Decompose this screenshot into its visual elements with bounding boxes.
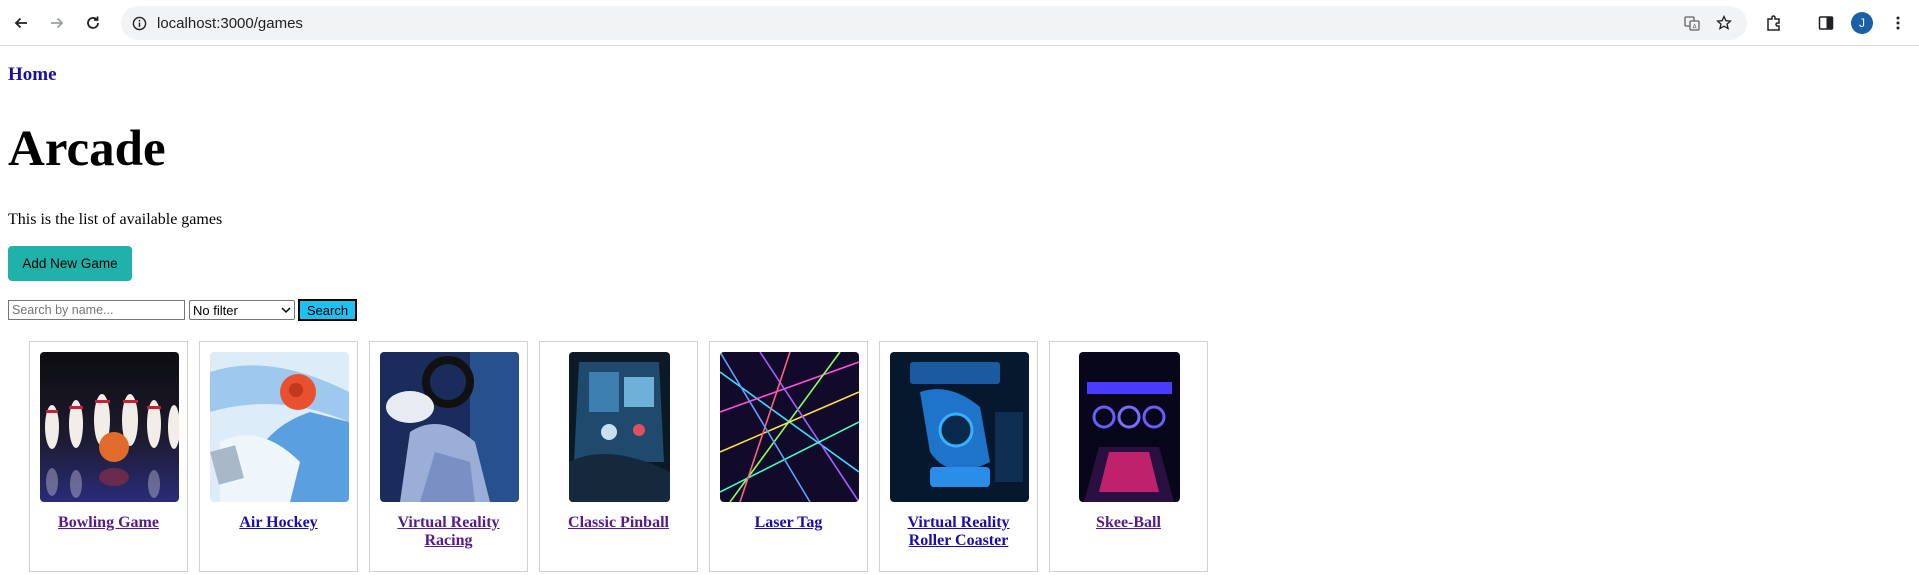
game-card: Laser Tag xyxy=(709,341,868,572)
search-button[interactable]: Search xyxy=(298,299,357,321)
translate-icon[interactable]: A xyxy=(1684,15,1700,31)
chevron-down-icon xyxy=(281,307,291,314)
search-input[interactable] xyxy=(8,300,185,320)
game-image-laser-tag[interactable] xyxy=(720,352,859,502)
game-card: Virtual Reality Racing xyxy=(369,341,528,572)
extensions-puzzle-icon[interactable] xyxy=(1762,11,1786,35)
game-title-link[interactable]: Laser Tag xyxy=(710,514,867,532)
game-image-pinball[interactable] xyxy=(569,352,670,502)
game-image-bowling[interactable] xyxy=(40,352,179,502)
more-menu-icon[interactable] xyxy=(1886,11,1910,35)
game-title-link[interactable]: Skee-Ball xyxy=(1050,514,1207,532)
game-image-skee-ball[interactable] xyxy=(1079,352,1180,502)
add-new-game-button[interactable]: Add New Game xyxy=(8,246,132,281)
home-link[interactable]: Home xyxy=(8,64,57,86)
game-card: Bowling Game xyxy=(29,341,188,572)
back-arrow-icon[interactable] xyxy=(9,11,33,35)
game-title-link[interactable]: Bowling Game xyxy=(30,514,187,532)
reload-icon[interactable] xyxy=(81,11,105,35)
page-description: This is the list of available games xyxy=(8,211,223,228)
game-card: Skee-Ball xyxy=(1049,341,1208,572)
browser-toolbar: localhost:3000/games A J xyxy=(0,0,1919,46)
game-card: Air Hockey xyxy=(199,341,358,572)
games-list: Bowling Game Air Hockey Virtual Reality … xyxy=(29,341,1208,572)
game-card: Classic Pinball xyxy=(539,341,698,572)
site-info-icon[interactable] xyxy=(131,15,147,31)
profile-avatar[interactable]: J xyxy=(1851,12,1873,34)
game-title-link[interactable]: Air Hockey xyxy=(200,514,357,532)
game-image-air-hockey[interactable] xyxy=(210,352,349,502)
bookmark-star-icon[interactable] xyxy=(1716,15,1732,31)
game-title-link[interactable]: Virtual Reality Roller Coaster xyxy=(880,514,1037,550)
game-title-link[interactable]: Virtual Reality Racing xyxy=(370,514,527,550)
page-title: Arcade xyxy=(8,121,166,177)
forward-arrow-icon[interactable] xyxy=(45,11,69,35)
game-image-vr-roller-coaster[interactable] xyxy=(890,352,1029,502)
game-image-vr-racing[interactable] xyxy=(380,352,519,502)
game-title-link[interactable]: Classic Pinball xyxy=(540,514,697,532)
address-bar[interactable]: localhost:3000/games A xyxy=(121,6,1747,40)
url-text[interactable]: localhost:3000/games xyxy=(157,15,303,32)
filter-selected-value: No filter xyxy=(193,302,238,318)
game-card: Virtual Reality Roller Coaster xyxy=(879,341,1038,572)
filter-select[interactable]: No filter xyxy=(189,300,295,320)
side-panel-icon[interactable] xyxy=(1814,11,1838,35)
